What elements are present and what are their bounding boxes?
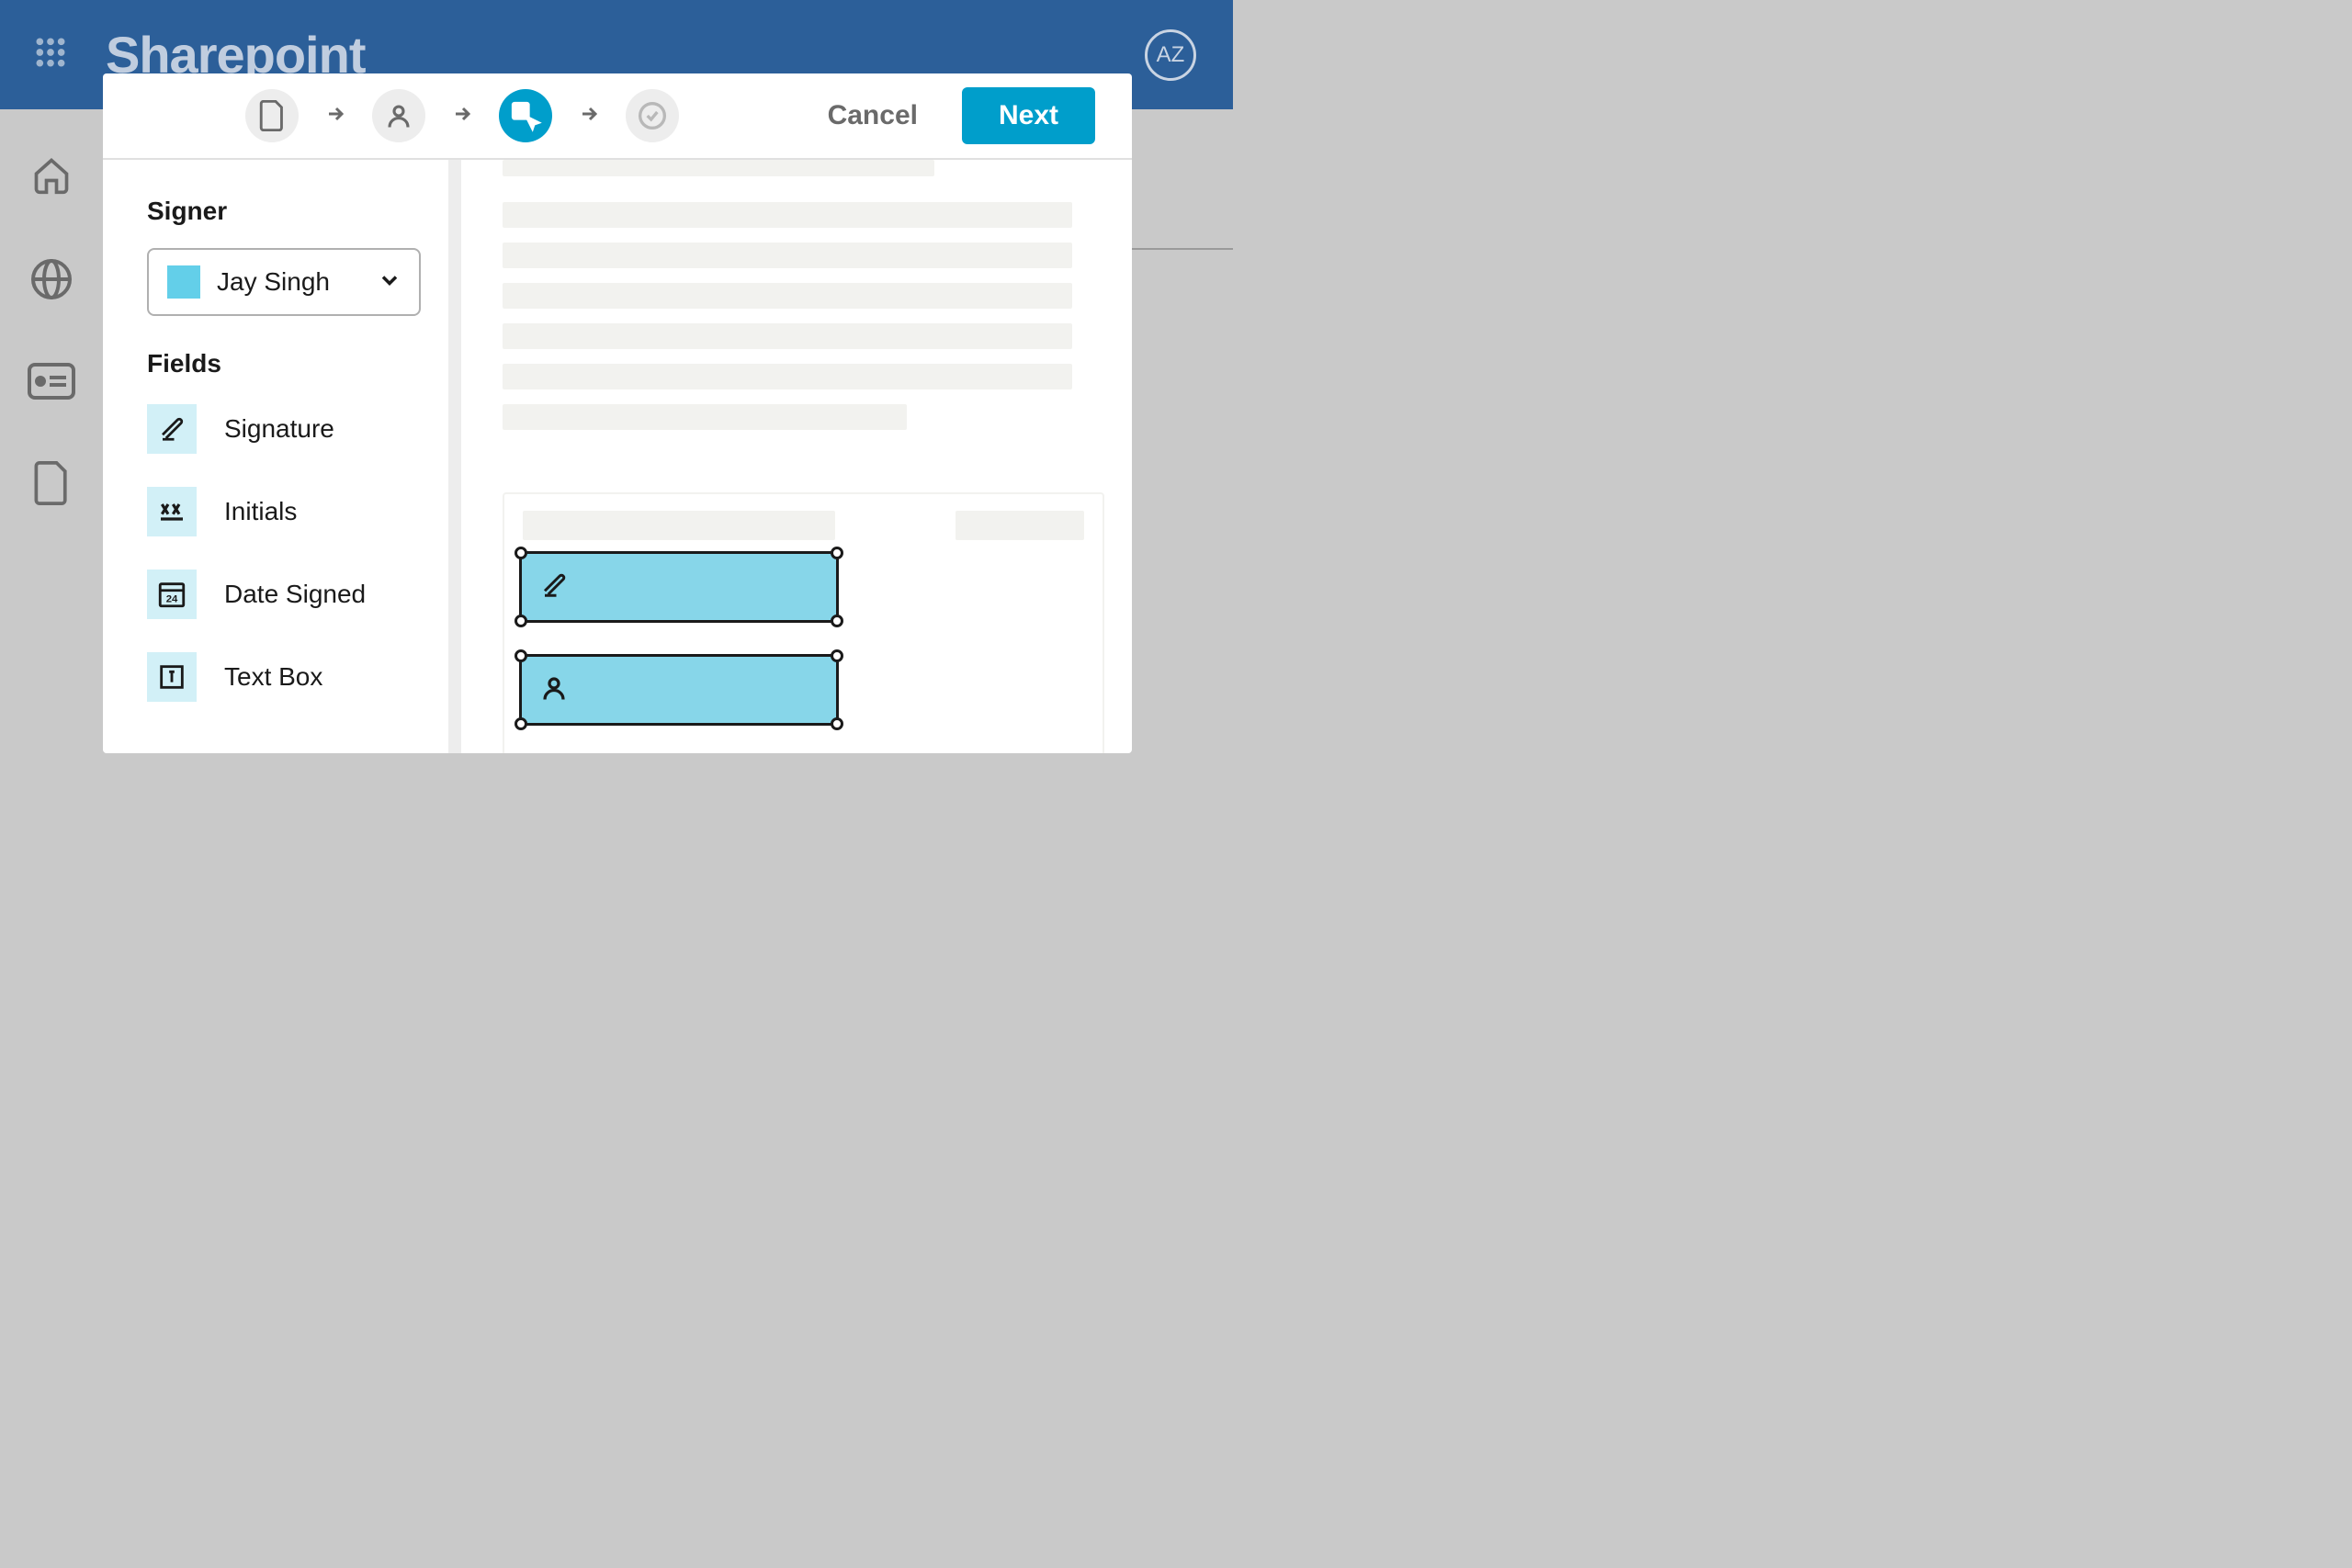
avatar[interactable]: AZ [1145,29,1196,81]
field-list: Signature Initials 2 [147,404,412,702]
modal-body: Signer Jay Singh Fields [103,160,1132,753]
arrow-icon [451,103,473,130]
svg-text:24: 24 [166,594,178,605]
doc-placeholder-line [503,243,1072,268]
background-divider [1132,248,1233,250]
calendar-icon: 24 [147,570,197,619]
modal-header: Cancel Next [103,73,1132,160]
home-icon[interactable] [31,155,72,200]
resize-handle[interactable] [514,615,527,627]
person-icon [540,672,568,708]
next-button[interactable]: Next [962,87,1095,144]
doc-placeholder-line [503,283,1072,309]
fields-panel: Signer Jay Singh Fields [103,160,461,753]
progress-stepper [245,89,679,142]
resize-handle[interactable] [831,615,843,627]
doc-placeholder-block [523,511,835,540]
document-signature-area [503,492,1104,753]
app-launcher-icon[interactable] [32,34,69,75]
doc-box-row [523,511,1084,540]
avatar-initials: AZ [1157,42,1185,68]
field-signature[interactable]: Signature [147,404,412,454]
global-sidebar [0,109,103,822]
placed-signature-field[interactable] [519,551,839,623]
doc-placeholder-line [503,364,1072,389]
arrow-icon [324,103,346,130]
globe-icon[interactable] [29,257,74,306]
doc-placeholder-block [956,511,1084,540]
signature-icon [540,571,568,604]
resize-handle[interactable] [514,547,527,559]
fields-heading: Fields [147,349,412,378]
field-initials[interactable]: Initials [147,487,412,536]
arrow-icon [578,103,600,130]
news-icon[interactable] [28,363,75,404]
signer-heading: Signer [147,197,412,226]
doc-placeholder-line [503,404,907,430]
chevron-down-icon [377,267,402,298]
field-label: Initials [224,497,297,526]
step-place-fields[interactable] [499,89,552,142]
field-label: Text Box [224,662,322,692]
step-review[interactable] [626,89,679,142]
modal-actions: Cancel Next [828,87,1095,144]
initials-icon [147,487,197,536]
doc-placeholder-line [503,202,1072,228]
resize-handle[interactable] [514,717,527,730]
signer-dropdown[interactable]: Jay Singh [147,248,421,316]
step-document[interactable] [245,89,299,142]
signer-selected-name: Jay Singh [217,267,330,297]
doc-placeholder-line [503,160,934,176]
step-person[interactable] [372,89,425,142]
field-date-signed[interactable]: 24 Date Signed [147,570,412,619]
signature-modal: Cancel Next Signer Jay Singh Fields [103,73,1132,753]
cancel-button[interactable]: Cancel [828,100,918,131]
field-label: Signature [224,414,334,444]
placed-name-field[interactable] [519,654,839,726]
signer-color-chip [167,265,200,299]
text-box-icon [147,652,197,702]
resize-handle[interactable] [831,547,843,559]
document-icon[interactable] [34,461,69,510]
resize-handle[interactable] [831,717,843,730]
doc-placeholder-line [503,323,1072,349]
resize-handle[interactable] [514,649,527,662]
signature-icon [147,404,197,454]
resize-handle[interactable] [831,649,843,662]
field-text-box[interactable]: Text Box [147,652,412,702]
document-preview [461,160,1132,753]
field-label: Date Signed [224,580,366,609]
